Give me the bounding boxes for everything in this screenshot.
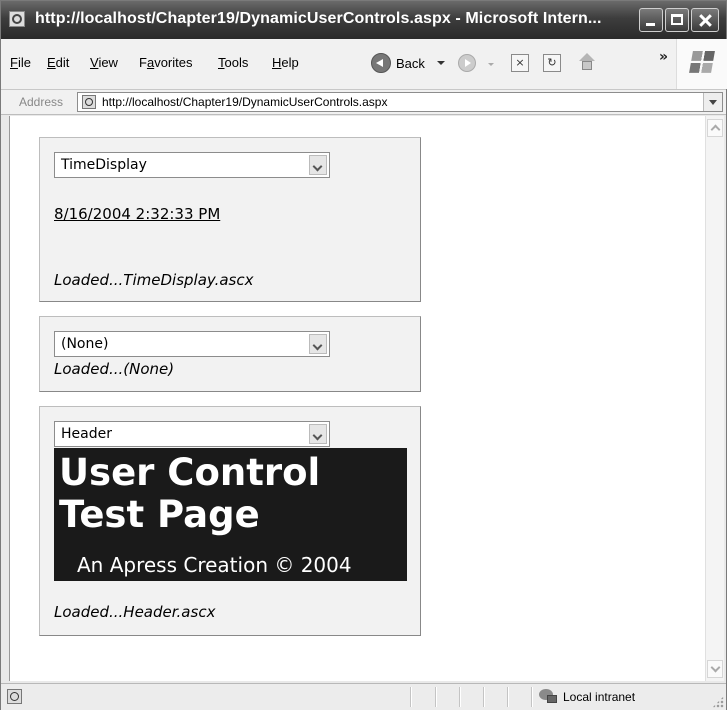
menu-file[interactable]: File xyxy=(10,55,31,70)
page-icon xyxy=(82,95,96,109)
select-value: Header xyxy=(61,426,112,442)
brand-area xyxy=(676,39,727,89)
back-dropdown-icon[interactable] xyxy=(436,61,445,65)
menu-bar: File Edit View Favorites Tools Help Back… xyxy=(1,39,727,90)
security-zone: Local intranet xyxy=(563,690,636,704)
select-value: (None) xyxy=(61,336,109,352)
page-status-icon xyxy=(7,689,22,704)
address-bar: Address http://localhost/Chapter19/Dynam… xyxy=(1,90,726,115)
loaded-status: Loaded...TimeDisplay.ascx xyxy=(54,271,254,289)
status-divider xyxy=(507,687,509,707)
local-intranet-icon xyxy=(539,689,557,703)
back-button[interactable]: Back xyxy=(371,51,445,75)
address-dropdown-icon[interactable] xyxy=(703,93,722,111)
back-arrow-icon xyxy=(371,53,391,73)
header-banner: User Control Test Page An Apress Creatio… xyxy=(54,448,407,581)
menu-tools[interactable]: Tools xyxy=(218,55,248,70)
forward-dropdown-icon[interactable] xyxy=(488,63,494,66)
menu-help[interactable]: Help xyxy=(272,55,299,70)
menu-edit[interactable]: Edit xyxy=(47,55,69,70)
address-field[interactable]: http://localhost/Chapter19/DynamicUserCo… xyxy=(77,92,723,112)
banner-title: User Control Test Page xyxy=(59,451,321,536)
select-dropdown-icon[interactable] xyxy=(309,424,327,444)
minimize-button[interactable] xyxy=(639,8,663,32)
toolbar-overflow-icon[interactable]: » xyxy=(659,49,668,65)
select-dropdown-icon[interactable] xyxy=(309,155,327,175)
windows-flag-icon xyxy=(689,51,715,73)
status-divider xyxy=(459,687,461,707)
home-icon[interactable] xyxy=(578,53,596,71)
status-bar: Local intranet xyxy=(1,683,726,710)
select-value: TimeDisplay xyxy=(61,157,147,173)
menu-view[interactable]: View xyxy=(90,55,118,70)
stop-icon[interactable]: × xyxy=(511,54,529,72)
select-dropdown-icon[interactable] xyxy=(309,334,327,354)
time-link[interactable]: 8/16/2004 2:32:33 PM xyxy=(54,205,220,223)
control-select[interactable]: Header xyxy=(54,421,330,447)
scroll-up-icon[interactable] xyxy=(707,119,723,137)
control-select[interactable]: TimeDisplay xyxy=(54,152,330,178)
control-select[interactable]: (None) xyxy=(54,331,330,357)
loaded-status: Loaded...Header.ascx xyxy=(54,603,216,621)
banner-subtitle: An Apress Creation © 2004 xyxy=(77,553,352,577)
ie-page-icon[interactable] xyxy=(9,11,25,27)
scroll-down-icon[interactable] xyxy=(707,660,723,678)
loaded-status: Loaded...(None) xyxy=(54,360,175,378)
window-title: http://localhost/Chapter19/DynamicUserCo… xyxy=(35,10,602,27)
forward-arrow-icon[interactable] xyxy=(458,54,476,72)
back-label: Back xyxy=(396,55,425,71)
title-bar: http://localhost/Chapter19/DynamicUserCo… xyxy=(1,1,726,39)
status-divider xyxy=(483,687,485,707)
menu-favorites[interactable]: Favorites xyxy=(139,55,192,70)
status-divider xyxy=(410,687,412,707)
status-divider xyxy=(435,687,437,707)
vertical-scrollbar[interactable] xyxy=(705,116,724,681)
panel-none: (None) Loaded...(None) xyxy=(39,316,421,392)
resize-grip-icon[interactable] xyxy=(712,696,724,708)
address-label: Address xyxy=(19,95,64,109)
panel-time-display: TimeDisplay 8/16/2004 2:32:33 PM Loaded.… xyxy=(39,137,421,302)
maximize-button[interactable] xyxy=(665,8,689,32)
status-divider xyxy=(531,687,533,707)
refresh-icon[interactable]: ↻ xyxy=(543,54,561,72)
address-url[interactable]: http://localhost/Chapter19/DynamicUserCo… xyxy=(102,95,387,109)
close-button[interactable] xyxy=(691,8,719,32)
panel-header: Header User Control Test Page An Apress … xyxy=(39,406,421,636)
page-content: TimeDisplay 8/16/2004 2:32:33 PM Loaded.… xyxy=(9,116,705,681)
browser-window: http://localhost/Chapter19/DynamicUserCo… xyxy=(0,0,727,710)
